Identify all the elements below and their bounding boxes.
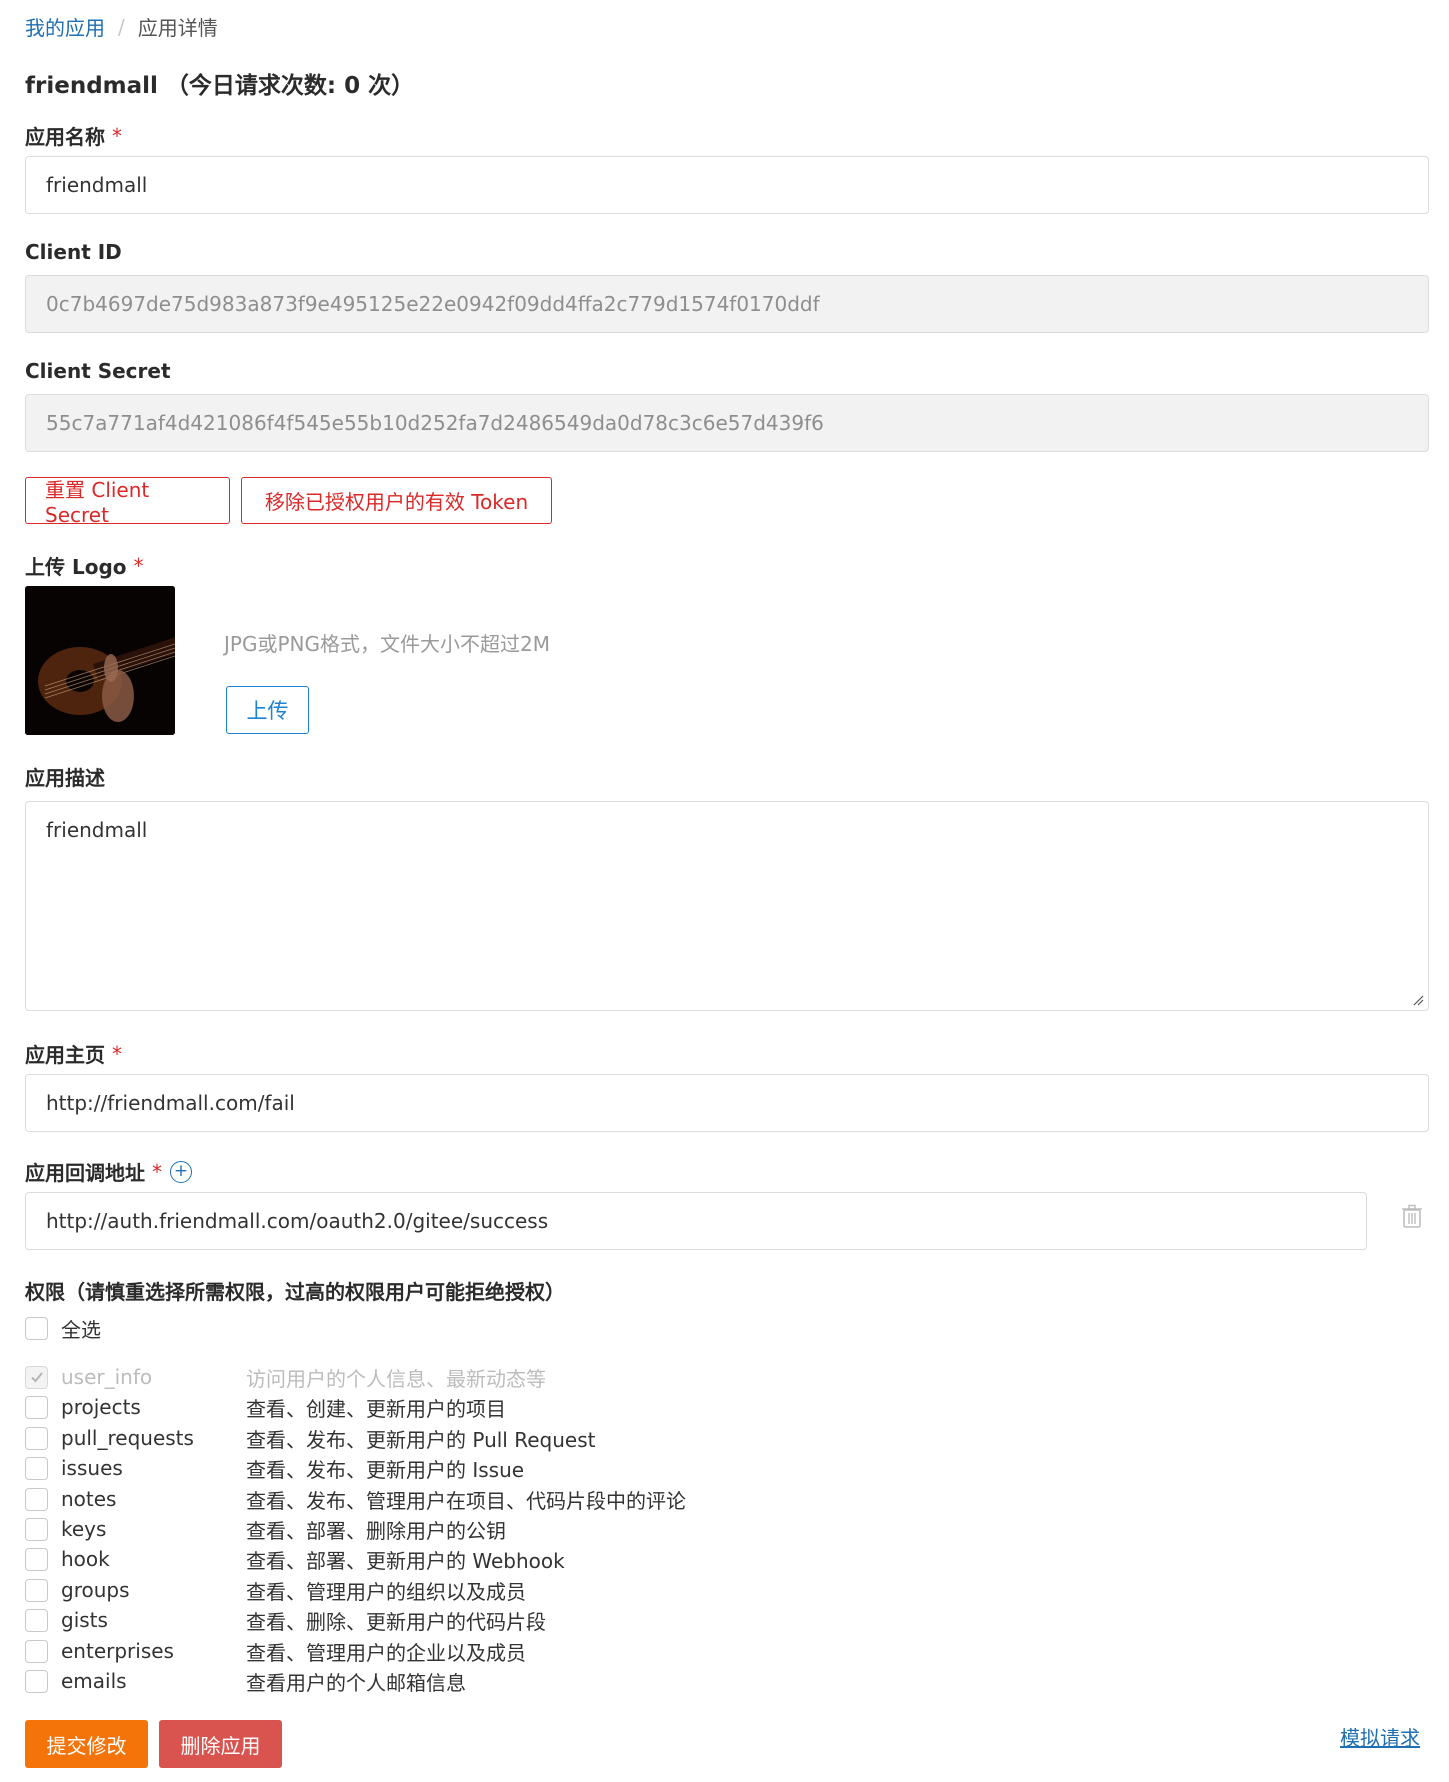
select-all-label: 全选 bbox=[61, 1317, 101, 1342]
permission-name: groups bbox=[61, 1578, 130, 1602]
simulate-request-link[interactable]: 模拟请求 bbox=[1340, 1722, 1420, 1751]
permission-description: 查看、发布、管理用户在项目、代码片段中的评论 bbox=[246, 1488, 686, 1513]
description-label: 应用描述 bbox=[25, 766, 105, 790]
homepage-label: 应用主页 * bbox=[25, 1039, 122, 1068]
permission-row-projects[interactable]: projects 查看、创建、更新用户的项目 bbox=[25, 1392, 825, 1422]
homepage-label-text: 应用主页 bbox=[25, 1043, 105, 1067]
check-icon bbox=[30, 1372, 43, 1383]
client-id-field[interactable]: 0c7b4697de75d983a873f9e495125e22e0942f09… bbox=[25, 275, 1429, 333]
app-name-input[interactable]: friendmall bbox=[25, 156, 1429, 214]
permission-row-emails[interactable]: emails 查看用户的个人邮箱信息 bbox=[25, 1666, 825, 1696]
permission-checkbox-enterprises[interactable] bbox=[25, 1639, 48, 1663]
app-logo-image bbox=[25, 586, 175, 735]
logo-label-text: 上传 Logo bbox=[25, 555, 127, 579]
submit-changes-button[interactable]: 提交修改 bbox=[25, 1720, 148, 1768]
required-mark: * bbox=[112, 1041, 122, 1066]
permission-description: 查看、发布、更新用户的 Pull Request bbox=[246, 1427, 596, 1452]
permission-description: 查看、发布、更新用户的 Issue bbox=[246, 1457, 525, 1482]
permission-checkbox-hook[interactable] bbox=[25, 1547, 48, 1571]
callback-label-text: 应用回调地址 bbox=[25, 1161, 145, 1185]
permission-description: 访问用户的个人信息、最新动态等 bbox=[246, 1366, 546, 1391]
permission-row-keys[interactable]: keys 查看、部署、删除用户的公钥 bbox=[25, 1514, 825, 1544]
permission-row-notes[interactable]: notes 查看、发布、管理用户在项目、代码片段中的评论 bbox=[25, 1484, 825, 1514]
permission-name: enterprises bbox=[61, 1639, 174, 1663]
permission-description: 查看用户的个人邮箱信息 bbox=[246, 1670, 466, 1695]
required-mark: * bbox=[152, 1159, 162, 1184]
permission-checkbox-gists[interactable] bbox=[25, 1608, 48, 1632]
permission-name: gists bbox=[61, 1608, 108, 1632]
client-secret-field[interactable]: 55c7a771af4d421086f4f545e55b10d252fa7d24… bbox=[25, 394, 1429, 452]
permission-name: notes bbox=[61, 1487, 117, 1511]
upload-logo-button[interactable]: 上传 bbox=[226, 686, 309, 734]
permission-name: issues bbox=[61, 1456, 123, 1480]
required-mark: * bbox=[133, 553, 144, 578]
permission-name: keys bbox=[61, 1517, 107, 1541]
permission-description: 查看、管理用户的企业以及成员 bbox=[246, 1640, 526, 1665]
delete-app-button[interactable]: 删除应用 bbox=[159, 1720, 282, 1768]
permission-checkbox-notes[interactable] bbox=[25, 1487, 48, 1511]
description-text: friendmall bbox=[46, 818, 148, 842]
permission-checkbox-user_info bbox=[25, 1365, 48, 1389]
homepage-input[interactable]: http://friendmall.com/fail bbox=[25, 1074, 1429, 1132]
permission-name: user_info bbox=[61, 1365, 153, 1389]
permission-checkbox-projects[interactable] bbox=[25, 1395, 48, 1419]
select-all-row[interactable]: 全选 bbox=[25, 1313, 825, 1343]
breadcrumb: 我的应用 / 应用详情 bbox=[25, 12, 218, 41]
required-mark: * bbox=[112, 123, 122, 148]
plus-circle-icon[interactable]: + bbox=[170, 1160, 192, 1183]
breadcrumb-separator: / bbox=[118, 14, 125, 39]
description-textarea[interactable]: friendmall bbox=[25, 801, 1429, 1011]
permission-description: 查看、创建、更新用户的项目 bbox=[246, 1396, 506, 1421]
trash-icon[interactable] bbox=[1401, 1204, 1423, 1228]
logo-label: 上传 Logo * bbox=[25, 551, 144, 580]
guitar-photo-icon bbox=[25, 586, 175, 735]
permission-row-groups[interactable]: groups 查看、管理用户的组织以及成员 bbox=[25, 1575, 825, 1605]
app-detail-page: 我的应用 / 应用详情 friendmall （今日请求次数: 0 次） 应用名… bbox=[0, 0, 1449, 1782]
permission-name: emails bbox=[61, 1669, 127, 1693]
page-title: friendmall （今日请求次数: 0 次） bbox=[25, 73, 415, 99]
permission-checkbox-emails[interactable] bbox=[25, 1669, 48, 1693]
permission-row-enterprises[interactable]: enterprises 查看、管理用户的企业以及成员 bbox=[25, 1636, 825, 1666]
permission-name: hook bbox=[61, 1547, 110, 1571]
permission-description: 查看、部署、更新用户的 Webhook bbox=[246, 1548, 565, 1573]
permission-checkbox-keys[interactable] bbox=[25, 1517, 48, 1541]
breadcrumb-my-apps-link[interactable]: 我的应用 bbox=[25, 12, 105, 41]
permission-row-issues[interactable]: issues 查看、发布、更新用户的 Issue bbox=[25, 1453, 825, 1483]
permission-checkbox-pull_requests[interactable] bbox=[25, 1426, 48, 1450]
permission-row-gists[interactable]: gists 查看、删除、更新用户的代码片段 bbox=[25, 1605, 825, 1635]
permission-checkbox-groups[interactable] bbox=[25, 1578, 48, 1602]
revoke-tokens-button[interactable]: 移除已授权用户的有效 Token bbox=[241, 477, 552, 524]
breadcrumb-current: 应用详情 bbox=[137, 16, 218, 40]
client-id-label: Client ID bbox=[25, 240, 122, 264]
app-name-label-text: 应用名称 bbox=[25, 125, 105, 149]
callback-label: 应用回调地址 * + bbox=[25, 1157, 192, 1186]
logo-hint-text: JPG或PNG格式，文件大小不超过2M bbox=[224, 632, 550, 656]
permission-description: 查看、部署、删除用户的公钥 bbox=[246, 1518, 506, 1543]
permissions-label: 权限（请慎重选择所需权限，过高的权限用户可能拒绝授权） bbox=[25, 1280, 565, 1304]
permission-description: 查看、管理用户的组织以及成员 bbox=[246, 1579, 526, 1604]
permission-row-hook[interactable]: hook 查看、部署、更新用户的 Webhook bbox=[25, 1544, 825, 1574]
permission-checkbox-issues[interactable] bbox=[25, 1456, 48, 1480]
permission-name: projects bbox=[61, 1395, 141, 1419]
permission-description: 查看、删除、更新用户的代码片段 bbox=[246, 1609, 546, 1634]
resize-grip-icon[interactable] bbox=[1412, 994, 1424, 1006]
app-name-label: 应用名称 * bbox=[25, 121, 122, 150]
client-secret-label: Client Secret bbox=[25, 359, 171, 383]
callback-url-input[interactable]: http://auth.friendmall.com/oauth2.0/gite… bbox=[25, 1192, 1367, 1250]
permission-name: pull_requests bbox=[61, 1426, 194, 1450]
permission-row-user_info: user_info 访问用户的个人信息、最新动态等 bbox=[25, 1362, 825, 1392]
permission-row-pull_requests[interactable]: pull_requests 查看、发布、更新用户的 Pull Request bbox=[25, 1423, 825, 1453]
select-all-checkbox[interactable] bbox=[25, 1316, 48, 1340]
reset-client-secret-button[interactable]: 重置 Client Secret bbox=[25, 477, 230, 527]
